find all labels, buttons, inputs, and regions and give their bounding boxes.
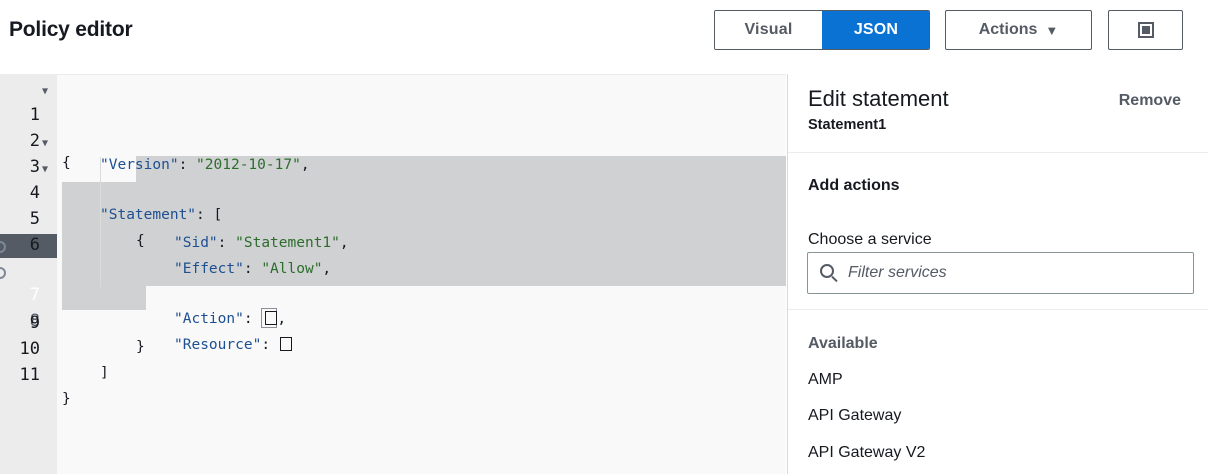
filter-services-input[interactable] bbox=[848, 262, 1178, 284]
json-tab-button[interactable]: JSON bbox=[822, 11, 929, 49]
service-option[interactable]: API Gateway V2 bbox=[808, 444, 925, 462]
edit-statement-panel: Edit statement Statement1 Remove Add act… bbox=[787, 74, 1208, 474]
json-code-editor[interactable]: 1 ▼ { 2 "Version": "2012-10-17", 3 ▼ "St… bbox=[0, 74, 786, 474]
breakpoint-icon[interactable] bbox=[0, 241, 6, 253]
service-option[interactable]: API Gateway bbox=[808, 407, 901, 425]
remove-statement-button[interactable]: Remove bbox=[1119, 92, 1181, 110]
choose-service-label: Choose a service bbox=[808, 231, 932, 248]
code-line: 5 "Sid": "Statement1", bbox=[0, 183, 786, 251]
breakpoint-icon[interactable] bbox=[0, 267, 6, 279]
code-line: 3 ▼ "Statement": [ bbox=[0, 131, 786, 223]
code-line: 11 } bbox=[0, 339, 786, 407]
code-token: ] bbox=[100, 365, 109, 381]
fold-arrow-icon[interactable]: ▼ bbox=[42, 80, 48, 104]
panel-title: Edit statement bbox=[808, 86, 949, 111]
search-icon bbox=[820, 264, 834, 278]
code-line: 6 "Effect": "Allow", bbox=[0, 209, 786, 277]
filter-services-field[interactable] bbox=[807, 252, 1194, 294]
service-option[interactable]: AMP bbox=[808, 371, 843, 389]
visual-tab-button[interactable]: Visual bbox=[715, 11, 822, 49]
line-number: 11 bbox=[19, 365, 40, 385]
panel-layout-icon bbox=[1137, 22, 1154, 38]
code-token: } bbox=[62, 391, 71, 407]
caret-down-icon: ▼ bbox=[1045, 22, 1059, 38]
code-line: 8 "Resource": bbox=[0, 261, 786, 353]
toggle-panel-button[interactable] bbox=[1108, 10, 1183, 50]
code-line: 10 ] bbox=[0, 313, 786, 381]
fold-arrow-icon[interactable]: ▼ bbox=[42, 158, 48, 182]
statement-name: Statement1 bbox=[808, 117, 887, 133]
editor-header: Policy editor Visual JSON Actions ▼ bbox=[0, 0, 1208, 74]
add-actions-heading: Add actions bbox=[808, 177, 900, 194]
available-heading: Available bbox=[808, 335, 878, 352]
divider bbox=[788, 309, 1208, 310]
code-line: 2 "Version": "2012-10-17", bbox=[0, 105, 786, 173]
code-line: 9 } bbox=[0, 287, 786, 355]
fold-arrow-icon[interactable]: ▼ bbox=[42, 132, 48, 156]
code-line: 7 "Action": , bbox=[0, 235, 786, 328]
view-mode-toggle: Visual JSON bbox=[714, 10, 930, 50]
code-line: 1 ▼ { bbox=[0, 79, 786, 171]
actions-label: Actions bbox=[978, 21, 1038, 38]
page-title: Policy editor bbox=[9, 18, 133, 41]
actions-dropdown-button[interactable]: Actions ▼ bbox=[945, 10, 1092, 50]
code-line: 4 ▼ { bbox=[0, 157, 786, 249]
divider bbox=[788, 152, 1208, 153]
